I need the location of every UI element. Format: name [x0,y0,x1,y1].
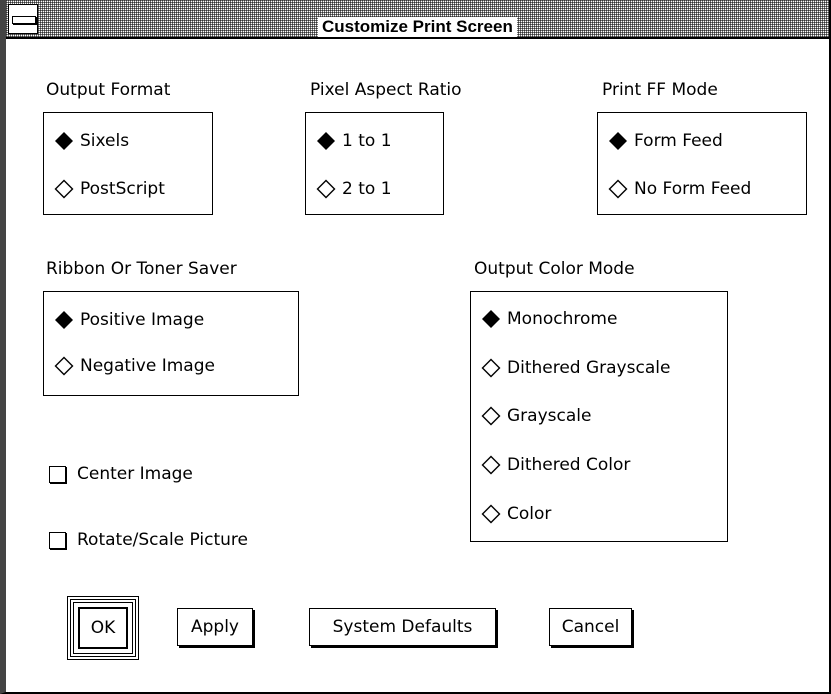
radio-monochrome[interactable]: Monochrome [481,308,617,330]
radio-dithered-grayscale[interactable]: Dithered Grayscale [481,357,670,379]
radio-color-label: Color [507,504,552,524]
radio-postscript[interactable]: PostScript [54,178,165,200]
radio-positive-image-label: Positive Image [80,310,205,330]
pixel-aspect-ratio-group: 1 to 1 2 to 1 [305,112,444,215]
output-color-mode-label: Output Color Mode [474,259,635,279]
radio-unselected-icon [316,179,336,199]
rotate-scale-label: Rotate/Scale Picture [77,530,248,550]
radio-grayscale[interactable]: Grayscale [481,405,591,427]
output-color-mode-group: Monochrome Dithered Grayscale Grayscale … [470,291,728,542]
window-title: Customize Print Screen [318,17,517,37]
cancel-button[interactable]: Cancel [549,608,632,646]
radio-color[interactable]: Color [481,503,551,525]
radio-dithered-color-label: Dithered Color [507,455,631,475]
radio-dithered-color[interactable]: Dithered Color [481,454,630,476]
print-ff-mode-label: Print FF Mode [602,80,718,100]
radio-1-to-1-label: 1 to 1 [342,131,392,151]
radio-unselected-icon [481,358,501,378]
radio-selected-icon [55,311,73,329]
radio-selected-icon [55,132,73,150]
title-bar[interactable]: Customize Print Screen [6,0,829,39]
ok-button[interactable]: OK [78,607,128,649]
radio-unselected-icon [54,179,74,199]
radio-form-feed-label: Form Feed [634,131,723,151]
radio-unselected-icon [481,504,501,524]
radio-negative-image[interactable]: Negative Image [54,355,215,377]
system-defaults-button[interactable]: System Defaults [309,608,496,646]
radio-1-to-1[interactable]: 1 to 1 [316,130,392,152]
radio-2-to-1-label: 2 to 1 [342,179,392,199]
radio-sixels[interactable]: Sixels [54,130,129,152]
radio-dithered-grayscale-label: Dithered Grayscale [507,358,671,378]
rotate-scale-checkbox[interactable]: Rotate/Scale Picture [49,530,248,550]
radio-monochrome-label: Monochrome [507,309,618,329]
checkbox-icon [49,465,66,483]
print-ff-mode-group: Form Feed No Form Feed [597,112,807,215]
radio-postscript-label: PostScript [80,179,165,199]
radio-selected-icon [482,310,500,328]
radio-unselected-icon [54,356,74,376]
checkbox-icon [49,531,66,549]
radio-unselected-icon [481,455,501,475]
radio-2-to-1[interactable]: 2 to 1 [316,178,392,200]
output-format-label: Output Format [46,80,171,100]
ribbon-toner-saver-label: Ribbon Or Toner Saver [46,259,237,279]
radio-selected-icon [609,132,627,150]
radio-positive-image[interactable]: Positive Image [54,309,204,331]
radio-no-form-feed-label: No Form Feed [634,179,752,199]
radio-sixels-label: Sixels [80,131,130,151]
apply-button[interactable]: Apply [177,608,253,646]
radio-unselected-icon [481,406,501,426]
radio-grayscale-label: Grayscale [507,406,592,426]
radio-negative-image-label: Negative Image [80,356,215,376]
system-menu-icon [12,16,36,24]
ok-button-frame: OK [67,596,139,660]
radio-selected-icon [317,132,335,150]
system-menu-button[interactable] [8,4,38,34]
pixel-aspect-ratio-label: Pixel Aspect Ratio [310,80,462,100]
radio-form-feed[interactable]: Form Feed [608,130,723,152]
center-image-checkbox[interactable]: Center Image [49,464,193,484]
radio-unselected-icon [608,179,628,199]
radio-no-form-feed[interactable]: No Form Feed [608,178,751,200]
center-image-label: Center Image [77,464,193,484]
output-format-group: Sixels PostScript [43,112,213,215]
ribbon-toner-saver-group: Positive Image Negative Image [43,291,299,396]
